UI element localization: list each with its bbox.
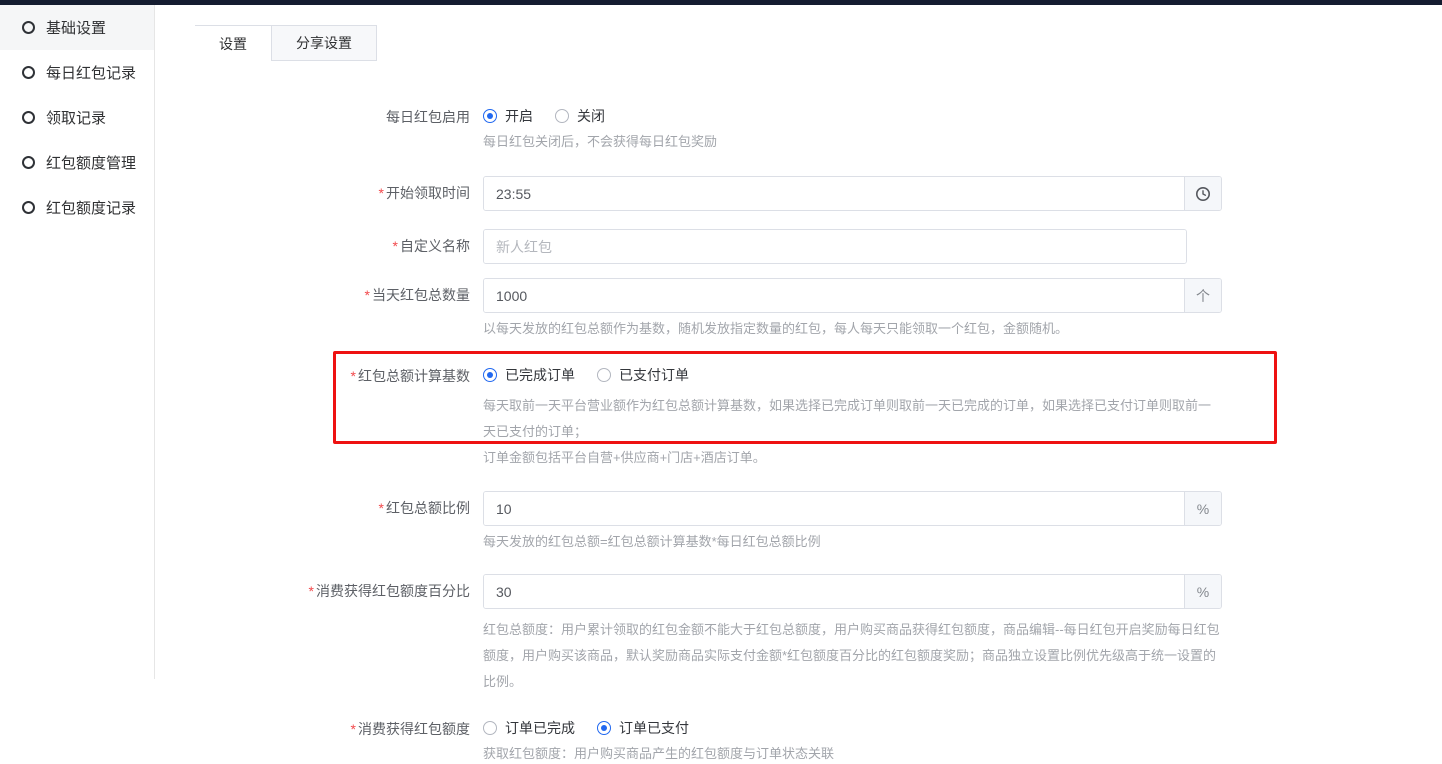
radio-dot [601, 372, 607, 378]
tab-settings[interactable]: 设置 [195, 26, 271, 61]
radio-dot [487, 725, 493, 731]
time-picker-button[interactable] [1184, 177, 1221, 210]
radio-dot [601, 725, 607, 731]
clock-icon [1195, 186, 1211, 202]
helper-text: 获取红包额度：用户购买商品产生的红包额度与订单状态关联 [483, 744, 1222, 764]
sidebar-item-label: 领取记录 [46, 107, 106, 128]
radio-enable-off[interactable] [555, 109, 569, 123]
radio-quota-status-completed-label[interactable]: 订单已完成 [505, 718, 575, 738]
field-label: *红包总额计算基数 [156, 365, 470, 471]
required-marker: * [365, 287, 370, 303]
form-row-quota-percent: *消费获得红包额度百分比 % 红包总额度：用户累计领取的红包金额不能大于红包总额… [156, 574, 1442, 695]
helper-text: 每天取前一天平台营业额作为红包总额计算基数，如果选择已完成订单则取前一天已完成的… [483, 393, 1222, 471]
field-label: *消费获得红包额度百分比 [156, 574, 470, 695]
helper-text: 红包总额度：用户累计领取的红包金额不能大于红包总额度，用户购买商品获得红包额度，… [483, 617, 1222, 695]
form-row-quota-status: *消费获得红包额度 订单已完成 订单已支付 获取红包额度：用户购买商品产生的红包… [156, 718, 1442, 764]
circle-icon [22, 21, 35, 34]
sidebar: 基础设置 每日红包记录 领取记录 红包额度管理 红包额度记录 [0, 5, 155, 679]
required-marker: * [351, 368, 356, 384]
radio-quota-status-paid-label[interactable]: 订单已支付 [619, 718, 689, 738]
circle-icon [22, 66, 35, 79]
sidebar-item-claim-records[interactable]: 领取记录 [0, 95, 154, 140]
form-row-start-time: *开始领取时间 [156, 176, 1442, 211]
field-label: *红包总额比例 [156, 491, 470, 552]
sidebar-item-label: 基础设置 [46, 17, 106, 38]
main-content: 设置 分享设置 每日红包启用 开启 关闭 每日红包关闭后，不会获得每日红包奖励 … [156, 5, 1442, 679]
required-marker: * [351, 721, 356, 737]
sidebar-item-quota-records[interactable]: 红包额度记录 [0, 185, 154, 230]
custom-name-input[interactable] [484, 230, 1186, 263]
quota-percent-input[interactable] [484, 575, 1184, 608]
helper-text: 以每天发放的红包总额作为基数，随机发放指定数量的红包，每人每天只能领取一个红包，… [483, 319, 1222, 339]
sidebar-item-label: 红包额度记录 [46, 197, 136, 218]
tab-bar: 设置 分享设置 [195, 25, 377, 61]
required-marker: * [393, 238, 398, 254]
sidebar-item-daily-redpacket-records[interactable]: 每日红包记录 [0, 50, 154, 95]
helper-line-1: 每天取前一天平台营业额作为红包总额计算基数，如果选择已完成订单则取前一天已完成的… [483, 393, 1222, 445]
form-row-calc-base: *红包总额计算基数 已完成订单 已支付订单 每天取前一天平台营业额作为红包总额计… [156, 365, 1442, 471]
required-marker: * [309, 583, 314, 599]
radio-calc-base-paid-label[interactable]: 已支付订单 [619, 365, 689, 385]
radio-quota-status-paid[interactable] [597, 721, 611, 735]
required-marker: * [379, 500, 384, 516]
start-time-input[interactable] [484, 177, 1184, 210]
field-label: *开始领取时间 [156, 176, 470, 211]
form-row-enable: 每日红包启用 开启 关闭 每日红包关闭后，不会获得每日红包奖励 [156, 106, 1442, 152]
tab-share-settings[interactable]: 分享设置 [271, 26, 377, 61]
circle-icon [22, 156, 35, 169]
radio-dot [487, 372, 493, 378]
total-ratio-input[interactable] [484, 492, 1184, 525]
field-label: *当天红包总数量 [156, 278, 470, 339]
sidebar-item-label: 每日红包记录 [46, 62, 136, 83]
form-row-total-ratio: *红包总额比例 % 每天发放的红包总额=红包总额计算基数*每日红包总额比例 [156, 491, 1442, 552]
daily-count-input[interactable] [484, 279, 1184, 312]
form-row-custom-name: *自定义名称 [156, 229, 1442, 264]
radio-dot [559, 113, 565, 119]
field-label: 每日红包启用 [156, 106, 470, 152]
settings-form: 每日红包启用 开启 关闭 每日红包关闭后，不会获得每日红包奖励 *开始领取时间 [156, 106, 1442, 764]
radio-calc-base-completed-label[interactable]: 已完成订单 [505, 365, 575, 385]
circle-icon [22, 201, 35, 214]
sidebar-item-basic-settings[interactable]: 基础设置 [0, 5, 154, 50]
radio-enable-off-label[interactable]: 关闭 [577, 106, 605, 126]
form-row-daily-count: *当天红包总数量 个 以每天发放的红包总额作为基数，随机发放指定数量的红包，每人… [156, 278, 1442, 339]
sidebar-item-quota-management[interactable]: 红包额度管理 [0, 140, 154, 185]
field-label: *自定义名称 [156, 229, 470, 264]
required-marker: * [379, 185, 384, 201]
radio-calc-base-completed[interactable] [483, 368, 497, 382]
percent-suffix: % [1184, 575, 1221, 608]
helper-text: 每天发放的红包总额=红包总额计算基数*每日红包总额比例 [483, 532, 1222, 552]
radio-calc-base-paid[interactable] [597, 368, 611, 382]
radio-enable-on-label[interactable]: 开启 [505, 106, 533, 126]
sidebar-item-label: 红包额度管理 [46, 152, 136, 173]
circle-icon [22, 111, 35, 124]
radio-dot [487, 113, 493, 119]
radio-quota-status-completed[interactable] [483, 721, 497, 735]
helper-line-2: 订单金额包括平台自营+供应商+门店+酒店订单。 [483, 445, 1222, 471]
unit-suffix: 个 [1184, 279, 1221, 312]
helper-text: 每日红包关闭后，不会获得每日红包奖励 [483, 132, 1222, 152]
percent-suffix: % [1184, 492, 1221, 525]
field-label: *消费获得红包额度 [156, 718, 470, 764]
radio-enable-on[interactable] [483, 109, 497, 123]
